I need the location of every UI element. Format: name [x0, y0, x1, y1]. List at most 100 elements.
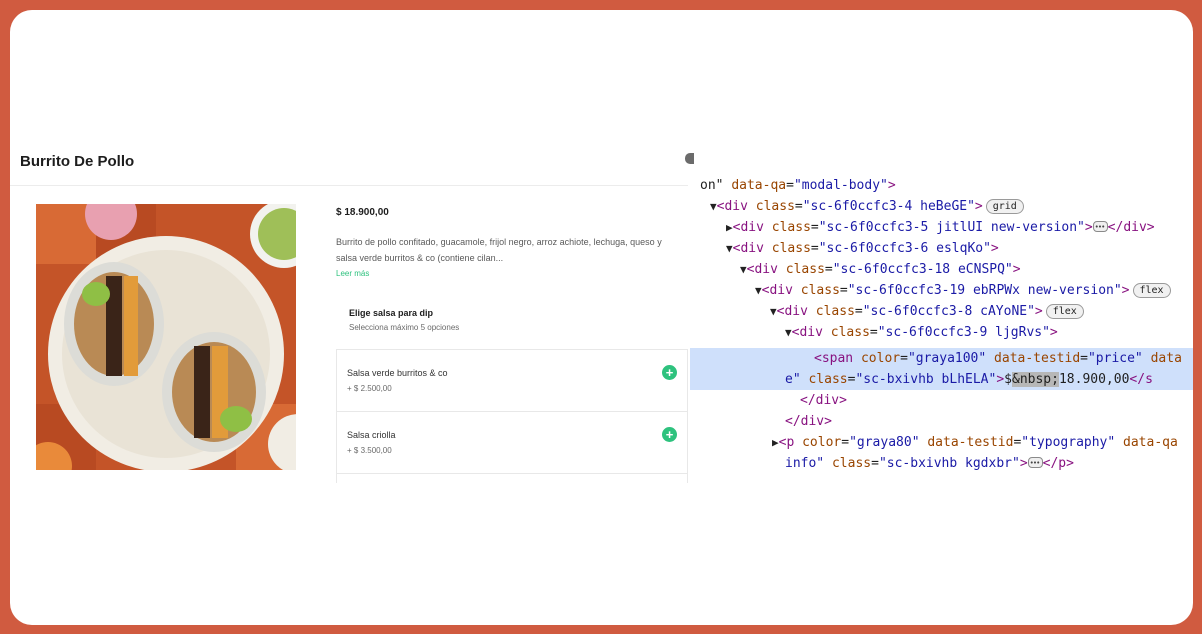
tag-open: <p — [778, 435, 803, 450]
tag-end: </s — [1129, 372, 1153, 387]
tag-close: > — [1121, 283, 1130, 298]
add-option-button[interactable]: + — [662, 365, 677, 380]
attr-name: data-qa — [731, 178, 787, 193]
attr-value: "sc-6f0ccfc3-6 eslqKo" — [818, 241, 991, 256]
attr-name: class — [771, 241, 811, 256]
tag-end: </div> — [1107, 220, 1155, 235]
text-fragment: info" — [785, 456, 832, 471]
tag-close: > — [1049, 325, 1058, 340]
expand-triangle-icon[interactable]: ▼ — [785, 326, 792, 339]
attr-name: class — [831, 456, 872, 471]
expand-triangle-icon[interactable]: ▼ — [740, 263, 747, 276]
expand-triangle-icon[interactable]: ▼ — [726, 242, 733, 255]
tag-close: > — [1084, 220, 1093, 235]
dom-node-line[interactable]: ▼<div class="sc-6f0ccfc3-8 cAYoNE"> flex — [770, 301, 1084, 322]
grid-badge[interactable]: grid — [985, 199, 1024, 214]
dom-node-line-selected[interactable]: <span color="graya100" data-testid="pric… — [814, 348, 1182, 369]
close-icon[interactable] — [685, 153, 694, 164]
dom-node-line[interactable]: ▶<div class="sc-6f0ccfc3-5 jitlUI new-ve… — [726, 217, 1155, 238]
attr-name: data-testid — [927, 435, 1014, 450]
attr-name: class — [830, 325, 870, 340]
option-name: Salsa criolla — [347, 430, 396, 440]
attr-name: data-qa — [1123, 435, 1178, 450]
tag-open: <div — [791, 325, 831, 340]
option-price: + $ 2.500,00 — [347, 384, 392, 393]
dom-node-line[interactable]: ▶<p color="graya80" data-testid="typogra… — [772, 432, 1178, 453]
ellipsis-icon[interactable] — [1027, 453, 1043, 474]
collapse-triangle-icon[interactable]: ▶ — [772, 436, 779, 449]
attr-name: class — [808, 372, 848, 387]
tag-end: </p> — [1042, 456, 1074, 471]
product-description: Burrito de pollo confitado, guacamole, f… — [336, 237, 662, 263]
attr-value: "typography" — [1021, 435, 1116, 450]
dom-node-line[interactable]: </div> — [800, 390, 847, 411]
attr-name: class — [815, 304, 855, 319]
attr-value: "sc-bxivhb kgdxbr" — [878, 456, 1020, 471]
attr-value: "sc-bxivhb bLhELA" — [855, 372, 997, 387]
tag-open: <div — [732, 220, 772, 235]
options-section-title: Elige salsa para dip — [349, 308, 434, 318]
attr-name: class — [800, 283, 840, 298]
attr-name: class — [771, 220, 811, 235]
dom-node-line[interactable]: </div> — [785, 411, 832, 432]
attr-name: color — [860, 351, 901, 366]
tag-end: </div> — [785, 414, 832, 429]
dom-node-line[interactable]: on" data-qa="modal-body"> — [700, 175, 896, 196]
tag-open: <div — [746, 262, 786, 277]
text-node: $ — [1004, 372, 1012, 387]
tag-open: <div — [732, 241, 772, 256]
read-more-link[interactable]: Leer más — [336, 269, 369, 278]
dom-node-line[interactable]: ▼<div class="sc-6f0ccfc3-9 ljgRvs"> — [785, 322, 1058, 343]
attr-value: "price" — [1087, 351, 1143, 366]
option-name: Salsa verde burritos & co — [347, 368, 448, 378]
selected-text: &nbsp; — [1012, 372, 1059, 387]
attr-value: "graya80" — [849, 435, 920, 450]
dom-node-line[interactable]: info" class="sc-bxivhb kgdxbr"></p> — [785, 453, 1074, 474]
attr-value: "sc-6f0ccfc3-5 jitlUI new-version" — [818, 220, 1085, 235]
flex-badge[interactable]: flex — [1045, 304, 1084, 319]
expand-triangle-icon[interactable]: ▼ — [710, 200, 717, 213]
option-row[interactable]: Salsa criolla + $ 3.500,00 + — [336, 411, 688, 473]
option-row[interactable]: Salsa verde burritos & co + $ 2.500,00 + — [336, 349, 688, 411]
text-fragment: e" — [785, 372, 809, 387]
tag-open: <div — [776, 304, 816, 319]
attr-value: "sc-6f0ccfc3-19 ebRPWx new-version" — [847, 283, 1122, 298]
attr-value: "sc-6f0ccfc3-9 ljgRvs" — [877, 325, 1050, 340]
dom-node-line[interactable]: ▼<div class="sc-6f0ccfc3-18 eCNSPQ"> — [740, 259, 1021, 280]
tag-close: > — [1019, 456, 1028, 471]
option-row[interactable] — [336, 473, 688, 483]
attr-value: "sc-6f0ccfc3-18 eCNSPQ" — [832, 262, 1013, 277]
flex-badge[interactable]: flex — [1132, 283, 1171, 298]
attr-name: data-testid — [994, 351, 1081, 366]
screenshot-card: Burrito De Pollo $ 18.900,00 Burrito de … — [10, 10, 1193, 625]
tag-open: <div — [761, 283, 801, 298]
add-option-button[interactable]: + — [662, 427, 677, 442]
dom-node-line[interactable]: ▼<div class="sc-6f0ccfc3-19 ebRPWx new-v… — [755, 280, 1171, 301]
expand-triangle-icon[interactable]: ▼ — [755, 284, 762, 297]
tag-close: > — [990, 241, 999, 256]
options-section-subtitle: Selecciona máximo 5 opciones — [349, 323, 460, 332]
dom-node-line-selected[interactable]: e" class="sc-bxivhb bLhELA">$&nbsp;18.90… — [785, 369, 1153, 390]
attr-name: color — [802, 435, 842, 450]
expand-triangle-icon[interactable]: ▼ — [770, 305, 777, 318]
tag-close: > — [1034, 304, 1043, 319]
tag-open: <span — [814, 351, 861, 366]
dom-node-line[interactable]: ▼<div class="sc-6f0ccfc3-6 eslqKo"> — [726, 238, 999, 259]
text-node: 18.900,00 — [1058, 372, 1130, 387]
attr-name: class — [785, 262, 825, 277]
ellipsis-icon[interactable] — [1092, 217, 1108, 238]
tag-close: > — [1012, 262, 1021, 277]
attr-value: "modal-body" — [793, 178, 888, 193]
burrito-photo — [36, 204, 296, 470]
option-price: + $ 3.500,00 — [347, 446, 392, 455]
tag-close: > — [974, 199, 983, 214]
product-title: Burrito De Pollo — [20, 153, 135, 170]
tag-end: </div> — [800, 393, 847, 408]
dom-node-line[interactable]: ▼<div class="sc-6f0ccfc3-4 heBeGE"> grid — [710, 196, 1024, 217]
header-divider — [10, 185, 688, 186]
attr-name: class — [755, 199, 795, 214]
product-price: $ 18.900,00 — [336, 207, 389, 218]
attr-value: "sc-6f0ccfc3-4 heBeGE" — [802, 199, 975, 214]
attr-value: "graya100" — [907, 351, 987, 366]
collapse-triangle-icon[interactable]: ▶ — [726, 221, 733, 234]
